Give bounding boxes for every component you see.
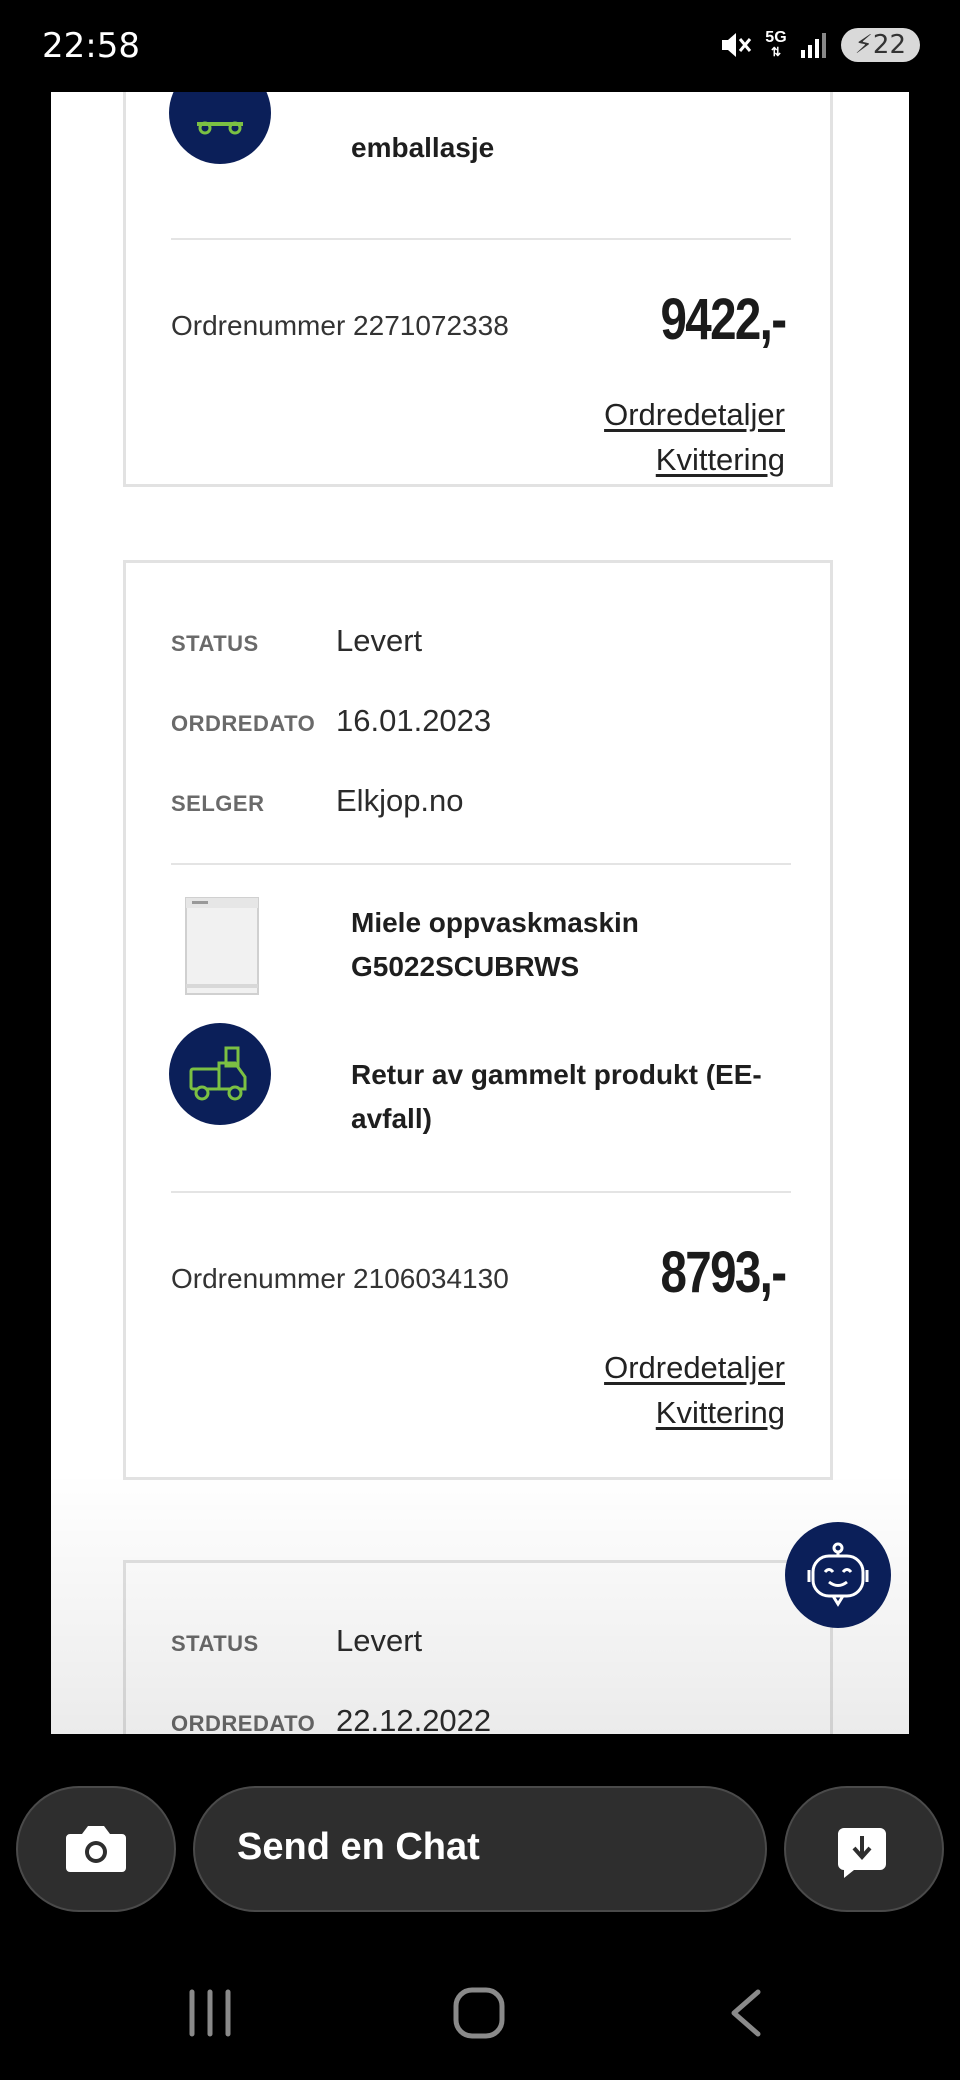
divider: [171, 863, 791, 865]
service-label: emballasje: [351, 132, 495, 163]
order-date-value: 16.01.2023: [336, 703, 492, 738]
product-image[interactable]: [184, 896, 260, 996]
divider: [171, 1191, 791, 1193]
order-card: STATUS Levert ORDREDATO 22.12.2022: [123, 1560, 833, 1734]
order-number: Ordrenummer 2271072338: [171, 310, 509, 341]
chatbot-icon: [807, 1542, 869, 1607]
status-bar: 22:58 5G ⇅ ⚡22: [0, 0, 960, 92]
service-label: Retur av gammelt produkt (EE-avfall): [351, 1059, 762, 1134]
receipt-link[interactable]: Kvittering: [656, 442, 785, 478]
product-name[interactable]: Miele oppvaskmaskin G5022SCUBRWS: [351, 901, 639, 989]
chatbot-button[interactable]: [785, 1522, 891, 1628]
back-icon[interactable]: [726, 1988, 766, 2038]
order-date-label: ORDREDATO: [171, 711, 316, 736]
camera-button[interactable]: [16, 1786, 176, 1912]
battery-indicator: ⚡22: [840, 28, 920, 62]
order-price: 8793,-: [659, 1240, 787, 1305]
chat-placeholder: Send en Chat: [237, 1826, 480, 1868]
order-date-value: 22.12.2022: [336, 1703, 492, 1734]
order-details-link[interactable]: Ordredetaljer: [604, 1350, 785, 1386]
order-card: emballasje Ordrenummer 2271072338 9422,-…: [123, 92, 833, 487]
status-label: STATUS: [171, 1631, 259, 1656]
order-card: STATUS Levert ORDREDATO 16.01.2023 SELGE…: [123, 560, 833, 1480]
order-date-label: ORDREDATO: [171, 1711, 316, 1734]
download-button[interactable]: [784, 1786, 944, 1912]
mute-icon: [722, 33, 752, 57]
dishwasher-image: [185, 897, 259, 995]
status-value: Levert: [336, 1623, 423, 1658]
order-number: Ordrenummer 2106034130: [171, 1263, 509, 1294]
order-list[interactable]: emballasje Ordrenummer 2271072338 9422,-…: [51, 92, 909, 1734]
camera-icon: [66, 1826, 126, 1872]
receipt-link[interactable]: Kvittering: [656, 1395, 785, 1431]
order-details-link[interactable]: Ordredetaljer: [604, 397, 785, 433]
chat-input[interactable]: Send en Chat: [193, 1786, 767, 1912]
order-price: 9422,-: [659, 287, 787, 352]
truck-icon: [169, 1023, 271, 1125]
download-icon: [838, 1828, 886, 1878]
seller-label: SELGER: [171, 791, 265, 816]
recent-apps-icon[interactable]: [186, 1988, 234, 2038]
home-icon[interactable]: [452, 1986, 506, 2040]
status-icons: 5G ⇅ ⚡22: [719, 28, 920, 62]
seller-value: Elkjop.no: [336, 783, 464, 818]
status-value: Levert: [336, 623, 423, 658]
network-label: 5G ⇅: [765, 29, 787, 60]
system-nav-bar: [0, 1960, 960, 2080]
clock: 22:58: [42, 26, 140, 66]
divider: [171, 238, 791, 240]
truck-icon: [169, 92, 271, 164]
signal-icon: [800, 33, 826, 58]
status-label: STATUS: [171, 631, 259, 656]
